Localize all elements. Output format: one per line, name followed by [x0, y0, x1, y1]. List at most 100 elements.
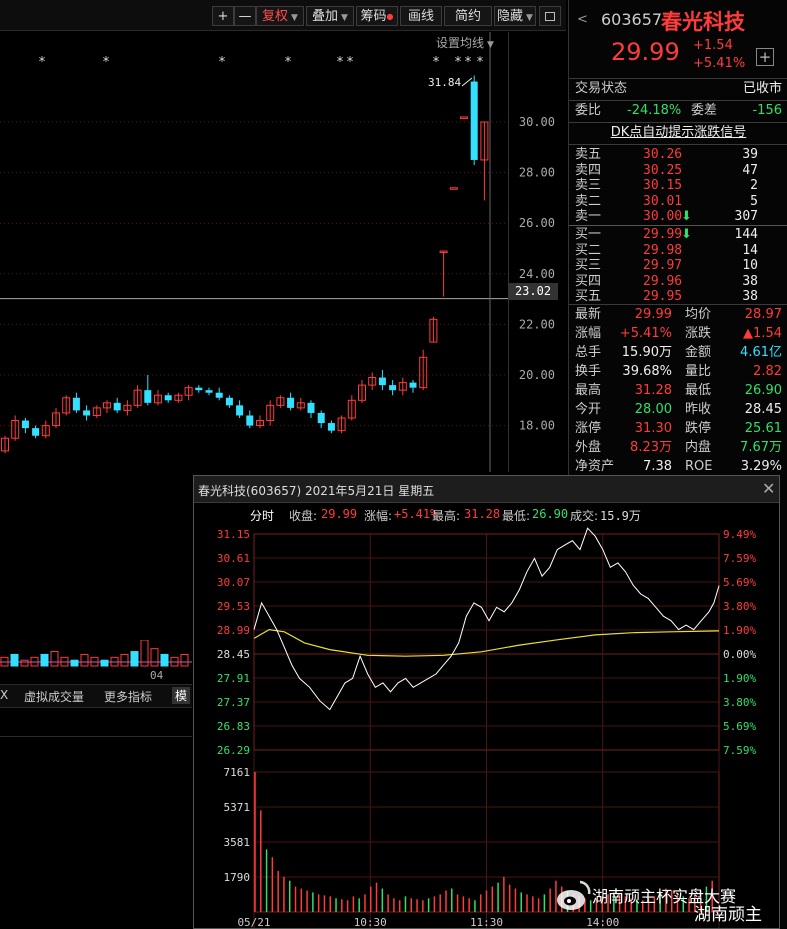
bid-level[interactable]: 买二 29.98 14	[575, 243, 782, 258]
book-level-volume: 38	[742, 273, 758, 289]
stat-label: 昨收	[685, 402, 712, 417]
candle-body	[205, 390, 213, 393]
volume-tick-label: 3581	[224, 836, 251, 849]
ma-settings-label: 设置均线	[436, 36, 485, 50]
zoom-in-button[interactable]: +	[212, 6, 234, 26]
ask-level[interactable]: 卖四 30.25 47	[575, 163, 782, 178]
chouma-label: 筹码	[360, 9, 387, 24]
event-marker: *	[285, 55, 292, 70]
kline-chart[interactable]: 30.00 28.00 26.00 24.00 22.00 20.00 18.00 * * * * *…	[0, 32, 566, 472]
time-tick-label: 05/21	[237, 916, 270, 928]
dot-icon: ●	[386, 12, 394, 21]
stat-label: 均价	[685, 307, 712, 322]
arrow-down-icon: ⬇	[681, 209, 692, 224]
book-level-price: 30.15	[643, 178, 683, 193]
kline-canvas: 30.0028.0026.0024.0022.0020.0018.00* * * * *…	[0, 32, 555, 472]
pct-tick-label: 0.00%	[723, 648, 756, 661]
book-level-label: 买二	[575, 242, 602, 258]
diejia-dropdown[interactable]: 叠加 ▼	[306, 6, 354, 26]
ask-level[interactable]: 卖二 30.01 5	[575, 194, 782, 209]
price-tick-label: 27.37	[217, 696, 250, 709]
stat-value: 7.38	[643, 459, 672, 474]
stats-row: 净资产 7.38 ROE 3.29%	[575, 458, 782, 476]
stat-value: +5.41%	[619, 326, 672, 341]
price-change-pct: +5.41%	[693, 56, 746, 71]
book-level-volume: 307	[734, 209, 758, 224]
stat-value: 4.61亿	[740, 345, 782, 360]
volume-bar	[40, 653, 49, 667]
volume-bar	[80, 653, 89, 667]
ask-level[interactable]: 卖五 30.26 39	[575, 147, 782, 162]
stat-label: 外盘	[575, 440, 602, 455]
chevron-down-icon: ▼	[526, 13, 533, 23]
yincang-dropdown[interactable]: 隐藏 ▼	[494, 6, 536, 26]
event-marker: *	[39, 55, 46, 70]
tab-mo[interactable]: 模	[172, 687, 191, 704]
intraday-chart[interactable]: 31.15 9.49% 30.61 7.59% 30.07 5.69% 29.53 3.80%…	[194, 502, 779, 928]
tab-x[interactable]: X	[0, 688, 8, 702]
back-icon[interactable]: <	[577, 12, 588, 27]
divider	[569, 78, 787, 79]
time-tick-label: 10:30	[354, 916, 387, 928]
book-level-volume: 5	[750, 193, 758, 209]
stat-label: 跌停	[685, 421, 712, 436]
volume-bar	[180, 653, 189, 667]
bid-level[interactable]: 买三 29.97 10	[575, 258, 782, 273]
event-marker: *	[337, 55, 344, 70]
volume-bar	[70, 659, 79, 667]
y-tick-label: 20.00	[519, 368, 555, 382]
ask-level[interactable]: 卖三 30.15 2	[575, 178, 782, 193]
pct-tick-label: 1.90%	[723, 672, 756, 685]
stats-row: 涨幅 +5.41% 涨跌 ▲1.54	[575, 325, 782, 343]
stat-label: 最高	[575, 383, 602, 398]
weibo-logo-icon	[557, 880, 591, 910]
zoom-out-button[interactable]: —	[234, 6, 256, 26]
window-toggle-button[interactable]	[539, 6, 561, 26]
pct-tick-label: 1.90%	[723, 624, 756, 637]
time-tick-label: 11:30	[470, 916, 503, 928]
stats-row: 换手 39.68% 量比 2.82	[575, 363, 782, 381]
close-icon[interactable]: ✕	[762, 479, 775, 498]
book-level-price: 29.98	[643, 242, 683, 258]
chart-toolbar: + — 复权 ▼ 叠加 ▼ 筹码● 画线 简约 隐藏 ▼	[0, 0, 566, 31]
chouma-button[interactable]: 筹码●	[356, 6, 398, 26]
fuquan-dropdown[interactable]: 复权 ▼	[256, 6, 304, 26]
volume-tick-label: 1790	[224, 871, 251, 884]
bid-level[interactable]: 买四 29.96 38	[575, 274, 782, 289]
jianyue-button[interactable]: 简约	[444, 6, 492, 26]
volume-bar	[150, 648, 159, 667]
volume-bar	[130, 651, 139, 667]
dk-signal-link[interactable]: DK点自动提示涨跌信号	[575, 124, 782, 142]
ask-level[interactable]: 卖一 30.00 ⬇ 307	[575, 209, 782, 224]
status-row: 交易状态 已收市	[575, 80, 782, 98]
divider	[569, 225, 787, 226]
stats-row: 最新 29.99 均价 28.97	[575, 306, 782, 324]
bid-level[interactable]: 买五 29.95 38	[575, 289, 782, 304]
candle-body	[246, 415, 254, 426]
candle-body	[225, 397, 233, 406]
stat-label: 最低	[685, 383, 712, 398]
weibi-value: -24.18%	[627, 103, 682, 118]
book-level-volume: 10	[742, 258, 758, 273]
bid-level[interactable]: 买一 29.99 ⬇ 144	[575, 227, 782, 242]
event-marker: *	[347, 55, 354, 70]
candle-body	[113, 402, 121, 411]
price-tick-label: 26.29	[217, 744, 250, 757]
pct-tick-label: 3.80%	[723, 600, 756, 613]
huaxian-button[interactable]: 画线	[400, 6, 442, 26]
book-level-price: 29.99	[643, 227, 683, 242]
tab-virtual-volume[interactable]: 虚拟成交量	[24, 688, 84, 705]
stat-label: 涨跌	[685, 326, 712, 341]
price-tick-label: 31.15	[217, 528, 250, 541]
candle-body	[21, 420, 29, 429]
add-watchlist-button[interactable]: +	[756, 48, 774, 66]
stat-value: 31.30	[634, 421, 672, 436]
stat-value: 28.45	[744, 402, 782, 417]
last-price: 29.99	[611, 38, 680, 66]
ma-settings-link[interactable]: 设置均线 ▼	[436, 34, 494, 51]
price-tick-label: 29.53	[217, 600, 250, 613]
tab-more-indicators[interactable]: 更多指标	[104, 688, 152, 705]
watermark-line2: 湖南顽主	[694, 905, 762, 925]
y-tick-label: 28.00	[519, 166, 555, 180]
volume-bar	[20, 659, 29, 667]
